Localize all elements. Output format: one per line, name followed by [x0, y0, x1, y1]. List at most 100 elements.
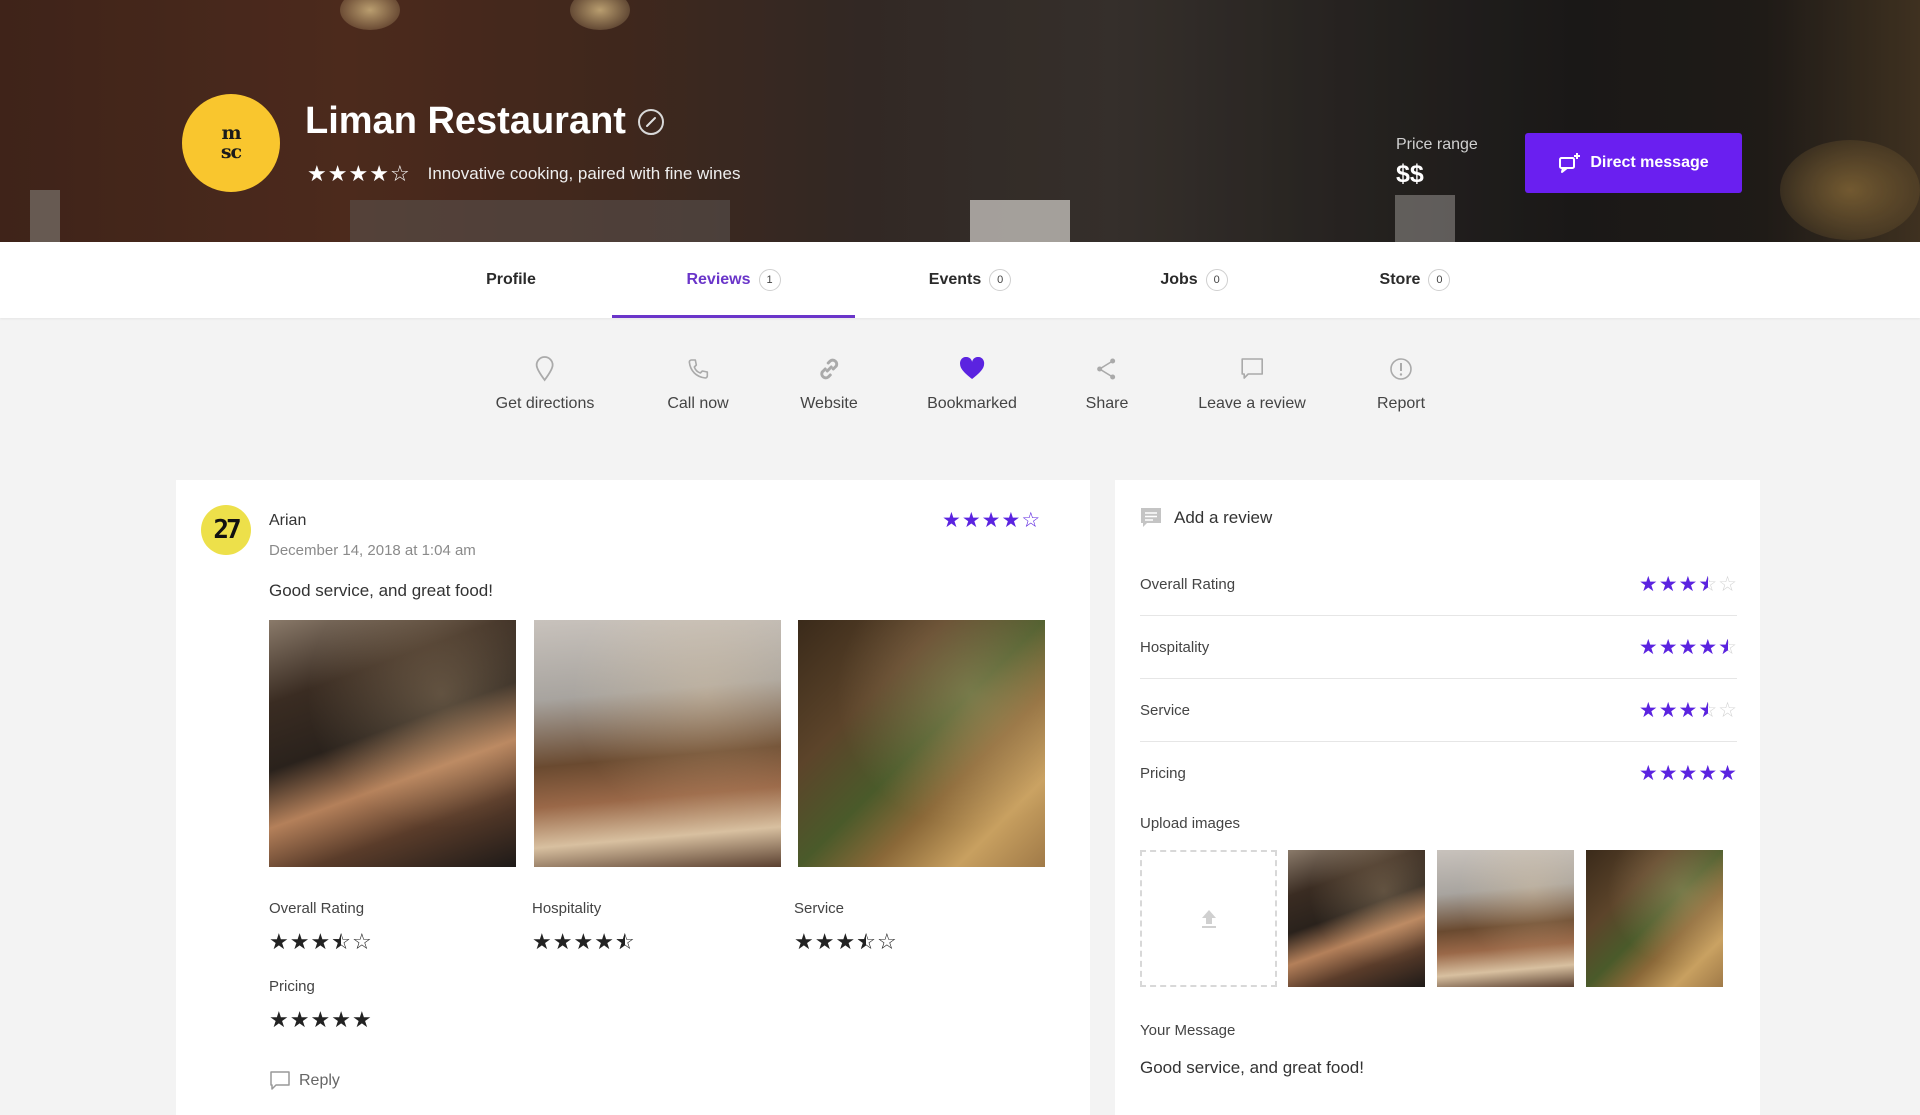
- star-full-icon: ★: [1658, 635, 1678, 659]
- review-photo-woman-dining[interactable]: [798, 620, 1045, 867]
- star-half-icon: ☆★: [1698, 698, 1718, 722]
- tab-events[interactable]: Events 0: [900, 242, 1040, 318]
- form-rating-stars[interactable]: ★★★☆★☆: [1639, 574, 1737, 595]
- uploaded-thumb-table-with-food[interactable]: [1437, 850, 1574, 987]
- star-full-icon: ★: [1698, 762, 1718, 785]
- tab-store[interactable]: Store 0: [1345, 242, 1485, 318]
- review-text: Good service, and great food!: [269, 581, 493, 600]
- action-label: Bookmarked: [927, 395, 1017, 412]
- upload-icon: [1201, 909, 1216, 928]
- subrating-overall: Overall Rating ★★★☆★☆: [269, 900, 372, 954]
- business-name: Liman Restaurant: [305, 100, 626, 142]
- star-full-icon: ★: [981, 509, 1001, 532]
- direct-message-button[interactable]: Direct message: [1525, 133, 1742, 193]
- star-full-icon: ★: [348, 161, 369, 186]
- tab-profile[interactable]: Profile: [450, 242, 572, 318]
- form-rating-label: Service: [1140, 701, 1191, 719]
- star-full-icon: ★: [1001, 509, 1021, 532]
- uploaded-thumb-woman-dining[interactable]: [1586, 850, 1723, 987]
- star-full-icon: ★: [369, 161, 389, 186]
- form-rating-stars[interactable]: ★★★☆★☆: [1639, 700, 1737, 721]
- share-button[interactable]: Share: [1085, 355, 1129, 413]
- star-empty-icon: ☆: [1718, 572, 1737, 596]
- price-range-value: $$: [1396, 160, 1424, 188]
- tab-label: Store: [1379, 271, 1421, 288]
- star-full-icon: ★: [1678, 762, 1698, 785]
- star-full-icon: ★: [269, 1007, 289, 1032]
- star-half-icon: ☆★: [1698, 572, 1718, 596]
- star-empty-icon: ☆: [351, 929, 372, 954]
- action-label: Get directions: [495, 395, 595, 412]
- edit-icon[interactable]: [637, 108, 664, 135]
- message-label: Your Message: [1140, 1022, 1236, 1039]
- upload-dropzone[interactable]: [1140, 850, 1277, 987]
- bookmark-button[interactable]: Bookmarked: [927, 355, 1017, 413]
- review-photo-table-with-food[interactable]: [534, 620, 781, 867]
- star-full-icon: ★: [269, 929, 289, 954]
- review-photo-restaurant-interior[interactable]: [269, 620, 516, 867]
- star-full-icon: ★: [289, 929, 310, 954]
- form-rating-label: Pricing: [1140, 765, 1186, 782]
- star-empty-icon: ☆: [1718, 698, 1737, 722]
- action-label: Call now: [667, 395, 729, 412]
- leave-review-button[interactable]: Leave a review: [1198, 355, 1306, 413]
- hero-banner: m sc Liman Restaurant ★ ★ ★ ★ ☆ Innovative c…: [0, 0, 1920, 242]
- star-full-icon: ★: [351, 1007, 372, 1032]
- form-rating-stars[interactable]: ★★★★☆★: [1639, 637, 1737, 658]
- form-rating-stars[interactable]: ★ ★ ★ ★ ★: [1639, 763, 1737, 784]
- heart-icon: [958, 355, 986, 383]
- star-full-icon: ★: [532, 929, 552, 954]
- star-full-icon: ★: [307, 161, 327, 186]
- business-rating-stars: ★ ★ ★ ★ ☆: [307, 163, 410, 185]
- star-full-icon: ★: [1718, 762, 1737, 785]
- star-full-icon: ★: [331, 1007, 351, 1032]
- star-full-icon: ★: [835, 929, 856, 954]
- star-full-icon: ★: [1698, 635, 1718, 659]
- tab-count-badge: 0: [1428, 269, 1451, 291]
- phone-icon: [684, 355, 712, 383]
- star-full-icon: ★: [1638, 572, 1658, 596]
- add-review-title: Add a review: [1174, 508, 1273, 527]
- action-label: Report: [1376, 395, 1426, 412]
- page-title: Liman Restaurant: [305, 100, 664, 143]
- website-button[interactable]: Website: [800, 355, 858, 413]
- subrating-label: Overall Rating: [269, 900, 365, 917]
- map-pin-icon: [531, 355, 559, 383]
- form-rating-label: Overall Rating: [1140, 575, 1236, 593]
- reply-icon: [270, 1071, 290, 1090]
- message-input[interactable]: [1140, 1058, 1737, 1078]
- price-range-label: Price range: [1396, 136, 1478, 153]
- uploaded-thumb-restaurant-interior[interactable]: [1288, 850, 1425, 987]
- share-icon: [1093, 355, 1121, 383]
- subrating-stars: ★ ★ ★ ★ ★: [269, 1009, 372, 1031]
- comment-icon: [1238, 355, 1266, 383]
- star-full-icon: ★: [1658, 762, 1678, 785]
- link-icon: [815, 355, 843, 383]
- star-full-icon: ★: [1638, 762, 1658, 785]
- subrating-label: Pricing: [269, 978, 315, 995]
- subrating-stars: ★★★☆★☆: [269, 931, 372, 953]
- action-label: Share: [1085, 395, 1129, 412]
- review-date: December 14, 2018 at 1:04 am: [269, 542, 476, 559]
- star-full-icon: ★: [1638, 698, 1658, 722]
- direct-message-label: Direct message: [1590, 154, 1709, 171]
- tab-jobs[interactable]: Jobs 0: [1130, 242, 1258, 318]
- business-tagline: Innovative cooking, paired with fine win…: [427, 164, 741, 183]
- star-empty-icon: ☆: [389, 161, 410, 186]
- get-directions-button[interactable]: Get directions: [495, 355, 595, 413]
- reply-button[interactable]: Reply: [269, 1070, 340, 1092]
- call-now-button[interactable]: Call now: [667, 355, 729, 413]
- tab-reviews[interactable]: Reviews 1: [612, 242, 855, 318]
- reviewer-name[interactable]: Arian: [269, 512, 306, 530]
- form-rating-pricing: Pricing ★ ★ ★ ★ ★: [1140, 742, 1737, 805]
- star-full-icon: ★: [552, 929, 573, 954]
- form-rating-hospitality: Hospitality ★★★★☆★: [1140, 616, 1737, 679]
- star-full-icon: ★: [310, 1007, 331, 1032]
- subrating-pricing: Pricing ★ ★ ★ ★ ★: [269, 978, 372, 1032]
- report-button[interactable]: Report: [1377, 355, 1425, 413]
- review-card: 27 Arian December 14, 2018 at 1:04 am ★ ★…: [176, 480, 1090, 1115]
- subrating-label: Hospitality: [532, 900, 602, 917]
- add-review-header: Add a review: [1140, 507, 1272, 529]
- avatar-text: 27: [213, 515, 241, 545]
- tab-count-badge: 1: [758, 269, 781, 291]
